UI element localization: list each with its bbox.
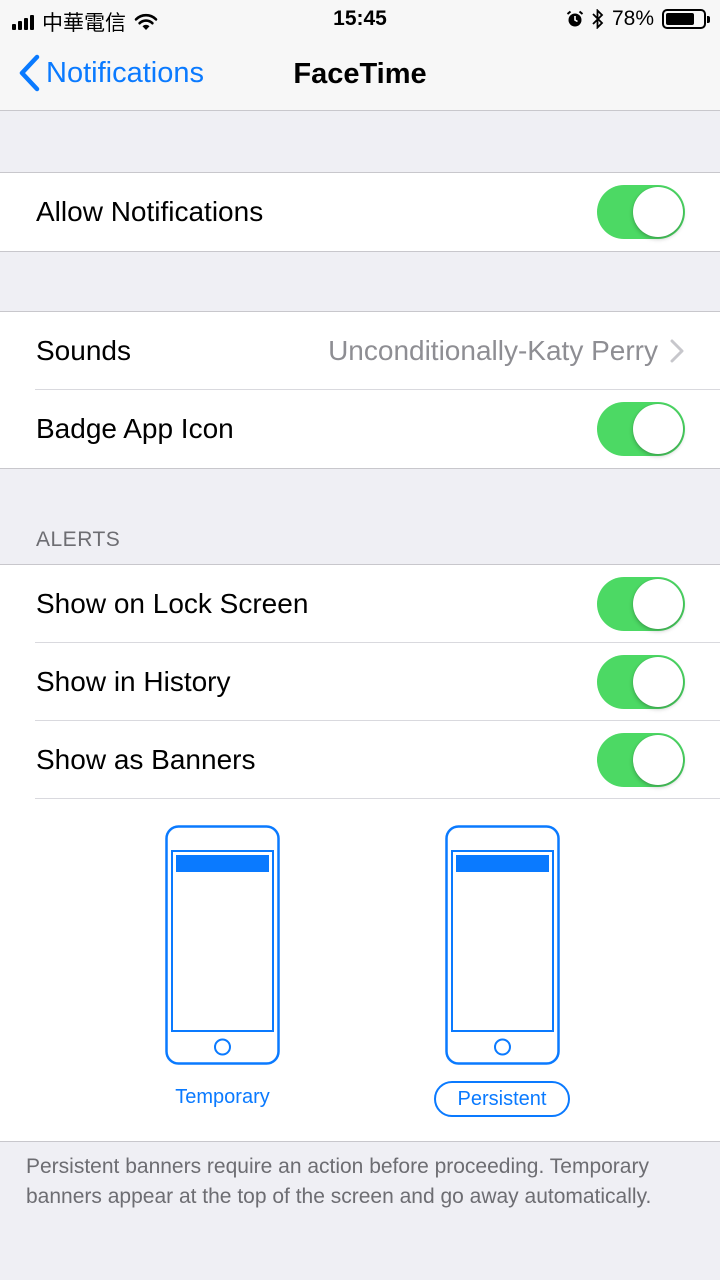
bluetooth-icon <box>592 9 604 29</box>
persistent-phone-icon[interactable] <box>445 825 560 1065</box>
show-in-history-row: Show in History <box>0 643 720 721</box>
toggle-knob <box>633 579 683 629</box>
toggle-knob <box>633 735 683 785</box>
show-on-lock-screen-toggle[interactable] <box>597 577 685 631</box>
sounds-label: Sounds <box>36 335 131 366</box>
allow-notifications-group: Allow Notifications <box>0 172 720 252</box>
badge-app-icon-toggle[interactable] <box>597 402 685 456</box>
temporary-phone-icon[interactable] <box>165 825 280 1065</box>
temporary-option[interactable]: Temporary <box>160 1081 285 1117</box>
show-as-banners-row: Show as Banners <box>0 721 720 799</box>
toggle-knob <box>633 187 683 237</box>
show-in-history-toggle[interactable] <box>597 655 685 709</box>
chevron-right-icon <box>670 339 684 363</box>
sounds-value: Unconditionally-Katy Perry <box>328 335 658 366</box>
alerts-group: Show on Lock Screen Show in History Show… <box>0 564 720 1142</box>
page-title: FaceTime <box>293 58 427 90</box>
show-on-lock-screen-row: Show on Lock Screen <box>0 565 720 643</box>
navigation-bar: Notifications FaceTime <box>0 40 720 111</box>
alarm-icon <box>566 10 584 27</box>
banner-description: Persistent banners require an action bef… <box>26 1155 652 1208</box>
allow-notifications-row: Allow Notifications <box>0 173 720 251</box>
battery-fill <box>666 13 695 25</box>
show-as-banners-toggle[interactable] <box>597 733 685 787</box>
battery-icon <box>662 9 710 29</box>
toggle-knob <box>633 657 683 707</box>
alerts-section-header: ALERTS <box>36 528 121 551</box>
status-right: 78% <box>566 7 710 31</box>
sounds-row[interactable]: Sounds Unconditionally-Katy Perry <box>0 312 720 390</box>
battery-percent: 78% <box>611 7 654 30</box>
persistent-option[interactable]: Persistent <box>434 1081 570 1117</box>
sounds-badge-group: Sounds Unconditionally-Katy Perry Badge … <box>0 311 720 469</box>
allow-notifications-toggle[interactable] <box>597 185 685 239</box>
badge-app-icon-row: Badge App Icon <box>0 390 720 468</box>
status-bar: 中華電信 15:45 78% <box>0 0 720 40</box>
banner-style-picker: Temporary Persistent <box>0 799 720 1141</box>
toggle-knob <box>633 404 683 454</box>
